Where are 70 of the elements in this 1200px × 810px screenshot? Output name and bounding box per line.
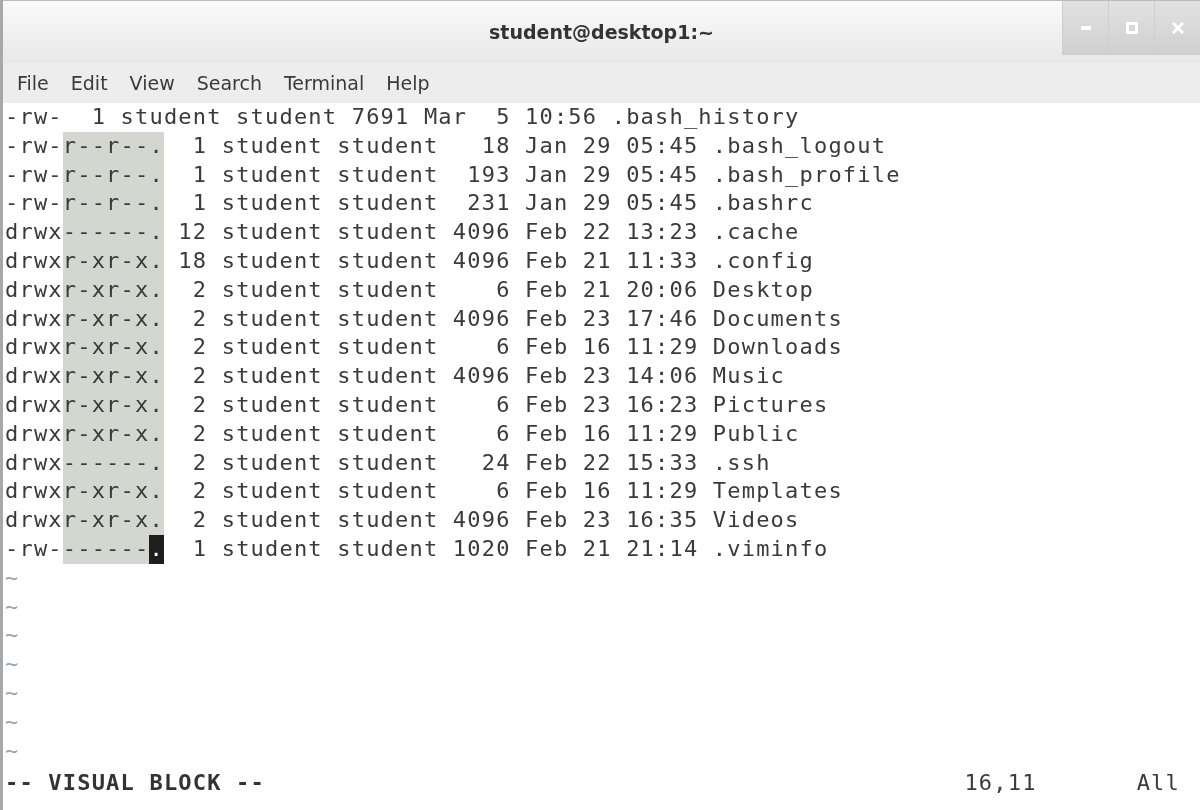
terminal-text: -rw- xyxy=(5,160,63,189)
visual-selection: ------ xyxy=(62,534,150,564)
window-title: student@desktop1:~ xyxy=(489,21,714,43)
maximize-button[interactable] xyxy=(1108,1,1154,55)
empty-line-marker: ~ xyxy=(5,592,20,621)
empty-line-marker: ~ xyxy=(5,707,20,736)
empty-line-marker: ~ xyxy=(5,621,20,650)
terminal-text: drwx xyxy=(5,218,63,247)
empty-line-marker: ~ xyxy=(5,736,20,765)
cursor-position: 16,11 xyxy=(964,768,1037,797)
terminal-text: drwx xyxy=(5,247,63,275)
terminal-text: drwx xyxy=(5,390,63,419)
empty-line-marker: ~ xyxy=(5,563,20,592)
visual-selection: r-xr-x. xyxy=(62,333,164,363)
maximize-icon xyxy=(1125,22,1138,34)
terminal-text: drwx xyxy=(5,304,63,333)
terminal-text: 1 student student 18 Jan 29 05:45 .bash_logout xyxy=(191,131,887,160)
menu-item[interactable]: Terminal xyxy=(283,72,365,94)
terminal-text: 1 student student 1020 Feb 21 21:14 .viminfo xyxy=(191,534,829,563)
visual-selection: r-xr-x. xyxy=(62,506,164,535)
terminal-text: 2 student student 6 Feb 16 11:29 Public xyxy=(191,419,800,448)
visual-selection: r-xr-x. xyxy=(62,304,164,334)
terminal-text: 2 student student 4096 Feb 23 17:46 Documents xyxy=(191,304,843,333)
empty-line-marker: ~ xyxy=(5,678,20,707)
terminal-text: 2 student student 6 Feb 16 11:29 Downloads xyxy=(191,333,843,362)
minimize-button[interactable] xyxy=(1062,1,1108,55)
visual-selection: r-xr-x. xyxy=(62,419,164,449)
menu-item[interactable]: Search xyxy=(196,72,262,94)
menu-item[interactable]: Help xyxy=(386,72,430,94)
terminal-text: drwx xyxy=(5,506,63,535)
terminal-text: drwx xyxy=(5,448,63,477)
terminal-text: drwx xyxy=(5,275,63,304)
terminal-text: drwx xyxy=(5,362,63,391)
terminal-text: 12 student student 4096 Feb 22 13:23 .cache xyxy=(177,218,800,247)
close-button[interactable] xyxy=(1154,1,1200,55)
visual-selection: r--r--. xyxy=(62,131,164,161)
mode-indicator: -- VISUAL BLOCK -- xyxy=(5,768,265,797)
visual-selection: r-xr-x. xyxy=(62,275,164,305)
terminal-text: 2 student student 4096 Feb 23 16:35 Videos xyxy=(191,506,800,535)
close-icon xyxy=(1171,22,1184,34)
terminal-text: -rw- xyxy=(5,534,63,563)
terminal-text: 1 student student 193 Jan 29 05:45 .bash_profile xyxy=(191,160,901,189)
visual-selection: r--r--. xyxy=(62,160,164,190)
visual-selection: r--r--. xyxy=(62,189,164,219)
visual-selection: r-xr-x. xyxy=(62,362,164,391)
minimize-icon xyxy=(1080,26,1091,30)
text-cursor: . xyxy=(149,534,164,564)
terminal-text: 1 student student 231 Jan 29 05:45 .bashrc xyxy=(191,189,814,218)
terminal-text: 18 student student 4096 Feb 21 11:33 .config xyxy=(177,247,814,275)
terminal-text: drwx xyxy=(5,477,63,506)
scroll-position: All xyxy=(1136,768,1180,797)
terminal-text: 2 student student 6 Feb 16 11:29 Templates xyxy=(191,477,843,506)
terminal-text: drwx xyxy=(5,419,63,448)
menu-item[interactable]: Edit xyxy=(70,72,108,94)
empty-line-marker: ~ xyxy=(5,650,20,679)
terminal-text: 2 student student 6 Feb 23 16:23 Pictures xyxy=(191,390,829,419)
terminal-text: 2 student student 6 Feb 21 20:06 Desktop xyxy=(191,275,814,304)
terminal-text: drwx xyxy=(5,333,63,362)
menu-item[interactable]: View xyxy=(129,72,175,94)
terminal-text: -rw- 1 student student 7691 Mar 5 10:56 .bash_history xyxy=(5,103,800,131)
visual-selection: r-xr-x. xyxy=(62,247,164,276)
visual-selection: ------. xyxy=(62,448,164,478)
visual-selection: ------. xyxy=(62,218,164,247)
terminal-text: 2 student student 4096 Feb 23 14:06 Music xyxy=(191,362,786,391)
terminal-text: -rw- xyxy=(5,189,63,218)
terminal-text: 2 student student 24 Feb 22 15:33 .ssh xyxy=(191,448,771,477)
terminal-text: -rw- xyxy=(5,131,63,160)
menu-item[interactable]: File xyxy=(17,72,49,94)
visual-selection: r-xr-x. xyxy=(62,390,164,420)
visual-selection: r-xr-x. xyxy=(62,477,164,507)
